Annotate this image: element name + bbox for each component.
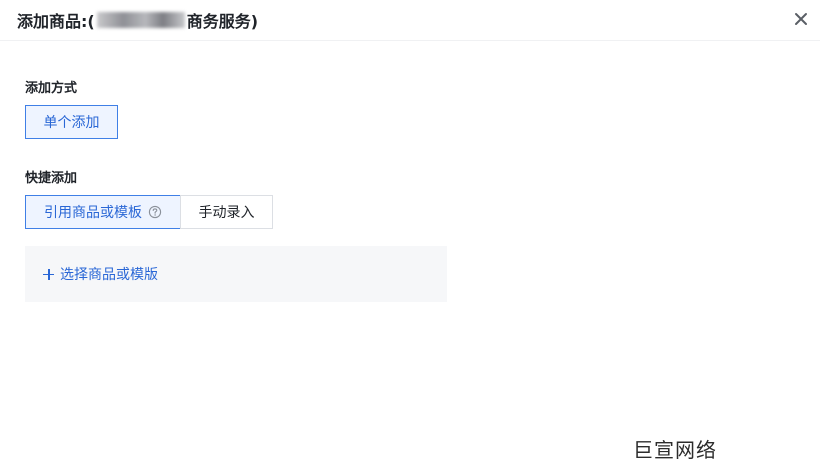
select-product-panel: 选择商品或模版 (25, 246, 447, 302)
dialog-title-prefix: 添加商品:( (17, 12, 95, 31)
add-method-label: 添加方式 (25, 81, 78, 96)
select-product-or-template-link[interactable]: 选择商品或模版 (43, 264, 158, 284)
add-product-dialog: 添加商品:( 商务服务) 添加方式 单个添加 快捷添加 引用商品或模板 手动录入… (0, 0, 820, 470)
tab-reference-product-or-template[interactable]: 引用商品或模板 (25, 195, 181, 229)
redacted-name (96, 12, 185, 28)
close-button[interactable] (790, 8, 812, 30)
single-add-button[interactable]: 单个添加 (25, 105, 118, 139)
dialog-title-suffix: 商务服务) (186, 12, 259, 31)
select-link-label: 选择商品或模版 (60, 267, 158, 283)
watermark-text: 巨宣网络 (633, 438, 717, 462)
tab-reference-label: 引用商品或模板 (44, 205, 142, 221)
dialog-title: 添加商品:( 商务服务) (17, 8, 258, 32)
plus-icon (43, 268, 54, 280)
question-circle-icon[interactable] (148, 205, 162, 219)
tab-manual-entry[interactable]: 手动录入 (180, 195, 273, 229)
quick-add-label: 快捷添加 (25, 171, 78, 186)
dialog-header: 添加商品:( 商务服务) (0, 0, 820, 41)
close-icon (795, 13, 807, 25)
